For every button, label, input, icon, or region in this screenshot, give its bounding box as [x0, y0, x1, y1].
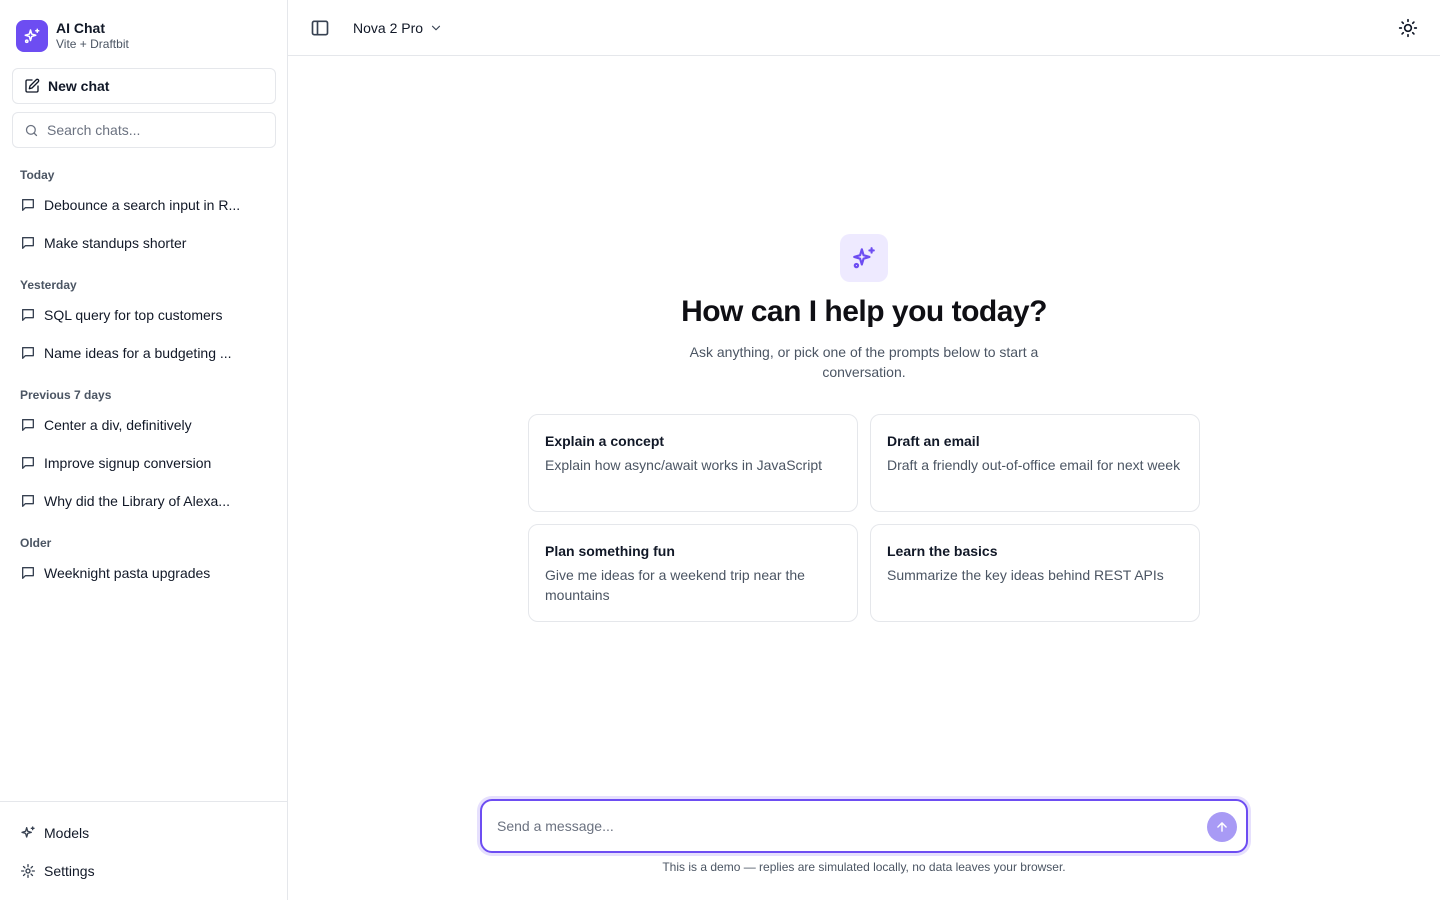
group-label: Previous 7 days — [20, 388, 112, 402]
message-icon — [20, 565, 36, 581]
sidebar: AI Chat Vite + Draftbit New chat Today D… — [0, 0, 288, 900]
chat-item-title: Center a div, definitively — [44, 417, 192, 433]
prompt-card[interactable]: Explain a concept Explain how async/awai… — [528, 414, 858, 512]
hero-subtitle: Ask anything, or pick one of the prompts… — [689, 344, 1039, 380]
new-chat-label: New chat — [48, 78, 110, 94]
message-icon — [20, 493, 36, 509]
model-name: Nova 2 Pro — [353, 20, 424, 36]
group-label: Older — [20, 536, 52, 550]
prompt-description: Summarize the key ideas behind REST APIs — [887, 567, 1164, 583]
settings-label: Settings — [44, 863, 95, 879]
top-bar: Nova 2 Pro — [288, 0, 1440, 56]
toggle-sidebar-button[interactable] — [310, 18, 330, 38]
prompt-title: Learn the basics — [887, 543, 998, 559]
chevron-down-icon — [423, 21, 443, 35]
send-button[interactable] — [1207, 812, 1237, 842]
app-title: AI Chat — [56, 20, 105, 36]
hero-title: How can I help you today? — [681, 295, 1047, 328]
disclaimer: This is a demo — replies are simulated l… — [662, 860, 1066, 874]
history-group-yesterday: Yesterday SQL query for top customers Na… — [12, 274, 276, 372]
chat-item-title: Name ideas for a budgeting ... — [44, 345, 232, 361]
new-chat-button[interactable]: New chat — [12, 68, 276, 104]
message-icon — [20, 307, 36, 323]
chat-item-title: Debounce a search input in R... — [44, 197, 241, 213]
chat-item[interactable]: Weeknight pasta upgrades — [12, 554, 276, 592]
chat-item-title: Weeknight pasta upgrades — [44, 565, 211, 581]
models-label: Models — [44, 825, 90, 841]
prompt-description: Explain how async/await works in JavaScr… — [545, 457, 823, 473]
search-icon — [24, 123, 39, 138]
model-selector[interactable]: Nova 2 Pro — [353, 16, 443, 40]
chat-item-title: Make standups shorter — [44, 235, 187, 251]
message-input[interactable] — [497, 818, 1177, 834]
chat-history: Today Debounce a search input in R... Ma… — [12, 164, 276, 592]
message-icon — [20, 417, 36, 433]
chat-item[interactable]: Improve signup conversion — [12, 444, 276, 482]
settings-link[interactable]: Settings — [12, 852, 275, 890]
theme-toggle-button[interactable] — [1398, 18, 1418, 38]
edit-icon — [24, 78, 40, 94]
message-icon — [20, 455, 36, 471]
sidebar-footer: Models Settings — [0, 801, 287, 900]
group-label: Today — [20, 168, 55, 182]
arrow-up-icon — [1215, 820, 1229, 834]
chat-item-title: SQL query for top customers — [44, 307, 223, 323]
group-label: Yesterday — [20, 278, 77, 292]
search-box — [12, 112, 276, 148]
sparkles-icon — [16, 20, 48, 52]
prompt-card[interactable]: Draft an email Draft a friendly out-of-o… — [870, 414, 1200, 512]
gear-icon — [20, 863, 36, 879]
search-input[interactable] — [47, 122, 247, 138]
prompt-title: Draft an email — [887, 433, 980, 449]
prompt-description: Give me ideas for a weekend trip near th… — [545, 567, 805, 603]
chat-item[interactable]: SQL query for top customers — [12, 296, 276, 334]
app-subtitle: Vite + Draftbit — [56, 37, 129, 51]
chat-item[interactable]: Debounce a search input in R... — [12, 186, 276, 224]
chat-item[interactable]: Center a div, definitively — [12, 406, 276, 444]
message-icon — [20, 345, 36, 361]
chat-item-title: Why did the Library of Alexa... — [44, 493, 230, 509]
history-group-previous-7-days: Previous 7 days Center a div, definitive… — [12, 384, 276, 520]
prompt-description: Draft a friendly out-of-office email for… — [887, 457, 1181, 473]
history-group-older: Older Weeknight pasta upgrades — [12, 532, 276, 592]
sparkles-icon — [20, 825, 36, 841]
history-group-today: Today Debounce a search input in R... Ma… — [12, 164, 276, 262]
chat-item[interactable]: Make standups shorter — [12, 224, 276, 262]
brand: AI Chat Vite + Draftbit — [16, 20, 129, 52]
sparkles-icon — [840, 234, 888, 282]
chat-item[interactable]: Name ideas for a budgeting ... — [12, 334, 276, 372]
models-link[interactable]: Models — [12, 814, 275, 852]
message-composer — [480, 799, 1248, 853]
message-icon — [20, 197, 36, 213]
prompt-title: Plan something fun — [545, 543, 675, 559]
sun-icon — [1398, 18, 1418, 38]
prompt-title: Explain a concept — [545, 433, 665, 449]
message-icon — [20, 235, 36, 251]
prompt-card[interactable]: Plan something fun Give me ideas for a w… — [528, 524, 858, 622]
prompt-card[interactable]: Learn the basics Summarize the key ideas… — [870, 524, 1200, 622]
chat-item[interactable]: Why did the Library of Alexa... — [12, 482, 276, 520]
chat-item-title: Improve signup conversion — [44, 455, 212, 471]
